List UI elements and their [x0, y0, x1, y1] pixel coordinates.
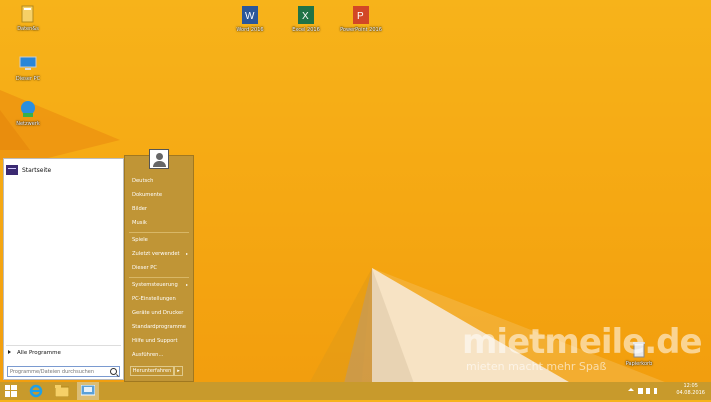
all-programs-button[interactable]: Alle Programme [8, 350, 61, 356]
pinned-item-label: Startseite [22, 166, 52, 174]
startseite-icon [6, 165, 18, 175]
arrow-right-icon [8, 350, 11, 354]
desktop-icon-label: Dieser PC [15, 76, 41, 82]
avatar-head [156, 153, 163, 160]
svg-text:W: W [245, 11, 255, 22]
watermark-logo: mietmeile.de [462, 322, 703, 362]
desktop-icon-label: Word 2016 [236, 27, 264, 33]
menu-item-dokumente[interactable]: Dokumente [132, 192, 162, 198]
avatar-body [153, 161, 166, 167]
powerpoint-icon: P [351, 5, 371, 25]
menu-item-standardprogramme[interactable]: Standardprogramme [132, 324, 186, 330]
network-icon [18, 99, 38, 119]
menu-item-hilfe-und-support[interactable]: Hilfe und Support [132, 338, 177, 344]
pinned-item-startseite[interactable]: Startseite [6, 165, 51, 175]
desktop-icon-label: PowerPoint 2016 [340, 27, 382, 33]
all-programs-label: Alle Programme [17, 350, 61, 356]
search-input[interactable] [8, 367, 112, 376]
submenu-arrow-icon: ▸ [185, 251, 188, 256]
divider [129, 232, 189, 233]
clock[interactable]: 12:05 04.08.2016 [676, 383, 705, 397]
desktop-icon-computer[interactable]: Dieser PC [6, 54, 50, 82]
shutdown-button[interactable]: Herunterfahren [130, 366, 174, 376]
folder-icon [55, 385, 69, 397]
taskbar: 12:05 04.08.2016 [0, 382, 711, 400]
menu-item-pc-einstellungen[interactable]: PC-Einstellungen [132, 296, 176, 302]
desktop-icon-label: Daten&s [17, 26, 39, 32]
taskbar-internet-explorer[interactable] [25, 382, 47, 400]
system-tray [626, 382, 662, 400]
menu-item-ausfuehren[interactable]: Ausführen... [132, 352, 163, 358]
desktop-icon-network[interactable]: Netzwerk [6, 99, 50, 127]
word-icon: W [240, 5, 260, 25]
menu-item-musik[interactable]: Musik [132, 220, 147, 226]
program-icon [81, 385, 95, 396]
watermark-tagline: mieten macht mehr Spaß [466, 360, 607, 373]
start-menu: Startseite Alle Programme Deutsch Dokume… [3, 149, 194, 382]
desktop-icon-label: Netzwerk [16, 121, 40, 127]
menu-item-systemsteuerung[interactable]: Systemsteuerung [132, 282, 178, 288]
shutdown-options-button[interactable]: ▸ [174, 366, 183, 376]
desktop-icon-folder[interactable]: Daten&s [6, 4, 50, 32]
start-menu-places-pane: Deutsch Dokumente Bilder Musik Spiele Zu… [124, 149, 194, 382]
start-menu-programs-pane: Startseite Alle Programme [3, 158, 124, 380]
user-avatar[interactable] [149, 149, 169, 169]
start-button[interactable] [0, 382, 22, 400]
windows-logo-icon [5, 385, 17, 397]
tray-icons[interactable] [626, 382, 662, 400]
menu-item-spiele[interactable]: Spiele [132, 237, 148, 243]
submenu-arrow-icon: ▸ [185, 282, 188, 287]
divider [129, 277, 189, 278]
desktop-icon-label: Excel 2016 [292, 27, 320, 33]
search-icon[interactable] [110, 368, 117, 375]
taskbar-active-program[interactable] [77, 382, 99, 400]
svg-text:X: X [302, 11, 309, 22]
menu-item-deutsch[interactable]: Deutsch [132, 178, 153, 184]
clock-date: 04.08.2016 [676, 390, 705, 396]
clock-time: 12:05 [683, 383, 698, 389]
internet-explorer-icon [29, 384, 43, 398]
search-box[interactable] [7, 366, 120, 377]
divider [6, 345, 121, 346]
svg-text:P: P [357, 11, 364, 22]
menu-item-zuletzt-verwendet[interactable]: Zuletzt verwendet [132, 251, 180, 257]
menu-item-dieser-pc[interactable]: Dieser PC [132, 265, 157, 271]
computer-icon [18, 54, 38, 74]
taskbar-file-explorer[interactable] [51, 382, 73, 400]
folder-icon [18, 4, 38, 24]
menu-item-bilder[interactable]: Bilder [132, 206, 147, 212]
desktop-icon-excel[interactable]: X Excel 2016 [284, 5, 328, 33]
desktop-icon-word[interactable]: W Word 2016 [228, 5, 272, 33]
desktop-icon-powerpoint[interactable]: P PowerPoint 2016 [339, 5, 383, 33]
excel-icon: X [296, 5, 316, 25]
menu-item-geraete-und-drucker[interactable]: Geräte und Drucker [132, 310, 183, 316]
